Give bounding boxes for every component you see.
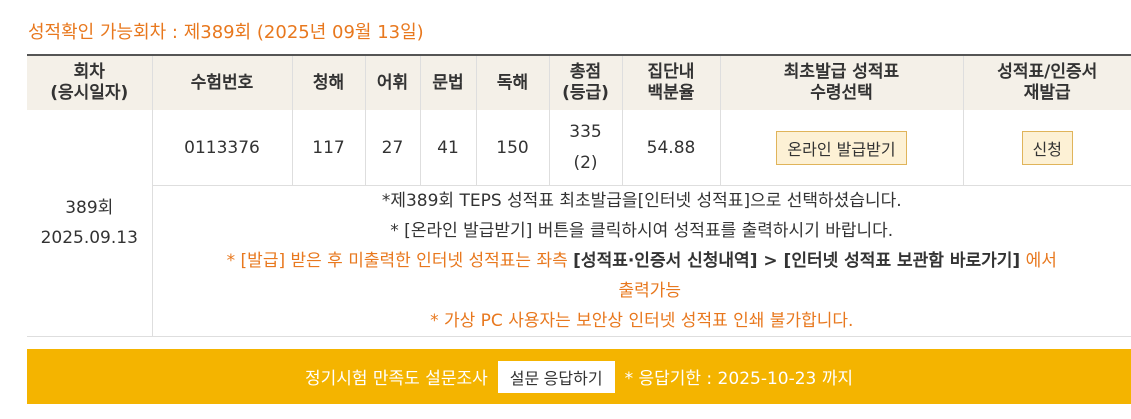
grammar-score: 41: [419, 110, 476, 186]
col-header-total: 총점 (등급): [548, 54, 622, 110]
note-first-issue: *제389회 TEPS 성적표 최초발급을[인터넷 성적표]으로 선택하셨습니다…: [381, 191, 902, 211]
exam-number: 0113376: [151, 110, 292, 186]
grade: (2): [573, 152, 598, 173]
col-header-grammar: 문법: [419, 54, 476, 110]
col-header-exam-number: 수험번호: [151, 54, 292, 110]
col-header-reading: 독해: [475, 54, 549, 110]
exam-date: 2025.09.13: [40, 228, 138, 248]
col-header-round: 회차 (응시일자): [27, 54, 152, 110]
menu-path: [성적표·인증서 신청내역] > [인터넷 성적표 보관함 바로가기]: [573, 251, 1021, 271]
reading-score: 150: [475, 110, 549, 186]
table-header-row: 회차 (응시일자) 수험번호 청해 어휘 문법 독해 총점 (등급) 집단내 백분율 …: [27, 54, 1131, 110]
note-unprinted: * [발급] 받은 후 미출력한 인터넷 성적표는 좌측 [성적표·인증서 신청…: [226, 251, 1057, 271]
survey-banner: 정기시험 만족도 설문조사 설문 응답하기 * 응답기한 : 2025-10-2…: [27, 349, 1131, 404]
survey-deadline: * 응답기한 : 2025-10-23 까지: [624, 369, 854, 389]
percentile: 54.88: [621, 110, 720, 186]
notes-cell: *제389회 TEPS 성적표 최초발급을[인터넷 성적표]으로 선택하셨습니다…: [151, 185, 1131, 337]
vocabulary-score: 27: [364, 110, 420, 186]
note-unprinted-continued: 출력가능: [618, 281, 682, 301]
reissue-apply-button[interactable]: 신청: [1021, 130, 1073, 165]
col-header-percentile: 집단내 백분율: [621, 54, 720, 110]
listening-score: 117: [291, 110, 365, 186]
available-round-heading: 성적확인 가능회차 : 제389회 (2025년 09월 13일): [28, 22, 424, 43]
online-issue-button[interactable]: 온라인 발급받기: [776, 130, 907, 165]
note-virtual-pc: * 가상 PC 사용자는 보안상 인터넷 성적표 인쇄 불가합니다.: [430, 311, 854, 331]
col-header-vocabulary: 어휘: [364, 54, 420, 110]
total-score: 335: [569, 121, 602, 142]
col-header-first-issue: 최초발급 성적표 수령선택: [719, 54, 963, 110]
total-score-cell: 335 (2): [548, 110, 622, 186]
note-online-issue: * [온라인 발급받기] 버튼을 클릭하시여 성적표를 출력하시기 바랍니다.: [390, 221, 894, 241]
notes-row: *제389회 TEPS 성적표 최초발급을[인터넷 성적표]으로 선택하셨습니다…: [27, 185, 1131, 337]
round-number: 389회: [65, 198, 114, 218]
col-header-reissue: 성적표/인증서 재발급: [962, 54, 1131, 110]
reissue-cell: 신청: [962, 110, 1131, 186]
survey-label: 정기시험 만족도 설문조사: [304, 369, 488, 389]
round-cell: 389회 2025.09.13: [27, 110, 152, 337]
first-issue-cell: 온라인 발급받기: [719, 110, 963, 186]
col-header-listening: 청해: [291, 54, 365, 110]
table-row: 389회 2025.09.13 0113376 117 27 41 150 33…: [27, 110, 1131, 337]
survey-response-button[interactable]: 설문 응답하기: [497, 360, 615, 393]
score-table: 회차 (응시일자) 수험번호 청해 어휘 문법 독해 총점 (등급) 집단내 백분율 …: [27, 54, 1131, 337]
